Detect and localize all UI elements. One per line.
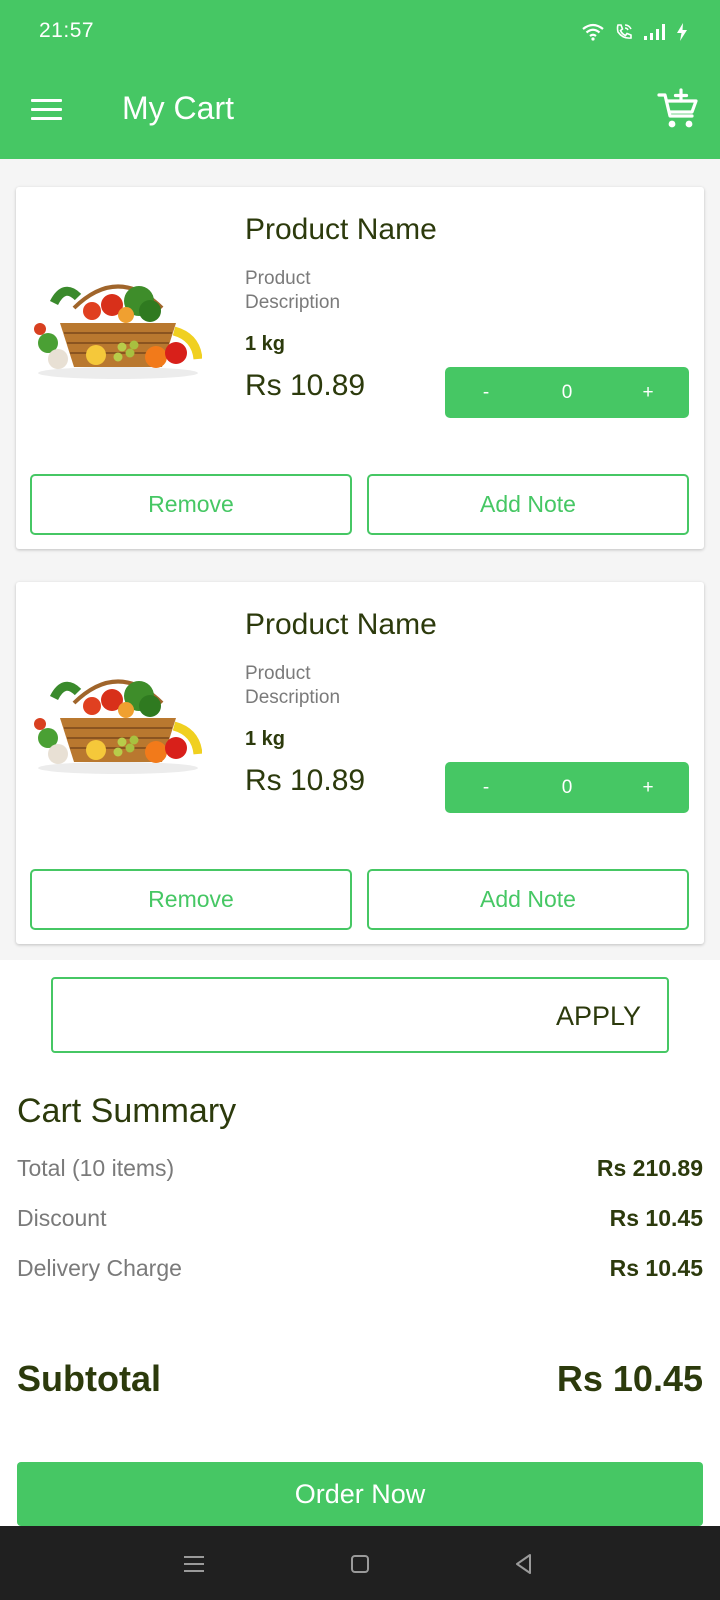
summary-row-discount: Discount Rs 10.45 [17, 1205, 703, 1235]
wifi-icon [582, 23, 604, 41]
quantity-stepper: - 0 + [445, 762, 689, 813]
status-time: 21:57 [39, 19, 95, 42]
decrement-button[interactable]: - [445, 762, 527, 813]
order-now-button[interactable]: Order Now [17, 1462, 703, 1526]
product-description: Product Description [245, 268, 341, 313]
app-bar: 21:57 My Cart [0, 0, 720, 159]
add-note-button[interactable]: Add Note [367, 869, 689, 930]
cart-summary-title: Cart Summary [17, 1092, 237, 1130]
product-description: Product Description [245, 663, 341, 708]
product-image [34, 668, 203, 776]
summary-label: Delivery Charge [17, 1255, 182, 1281]
cart-item-card: Product Name Product Description 1 kg Rs… [16, 582, 704, 944]
page-title: My Cart [122, 90, 234, 126]
coupon-box: APPLY [51, 977, 669, 1053]
add-to-cart-icon[interactable] [656, 88, 700, 132]
increment-button[interactable]: + [607, 762, 689, 813]
subtotal-label: Subtotal [17, 1358, 161, 1399]
subtotal-value: Rs 10.45 [556, 1358, 703, 1399]
signal-icon [644, 24, 665, 40]
apply-button[interactable]: APPLY [556, 1001, 641, 1032]
summary-value: Rs 210.89 [596, 1155, 703, 1181]
recents-icon[interactable] [178, 1548, 210, 1580]
summary-row-delivery: Delivery Charge Rs 10.45 [17, 1255, 703, 1285]
product-weight: 1 kg [245, 728, 286, 750]
product-name: Product Name [245, 213, 437, 246]
home-icon[interactable] [344, 1548, 376, 1580]
add-note-button[interactable]: Add Note [367, 474, 689, 535]
summary-label: Discount [17, 1205, 107, 1231]
decrement-button[interactable]: - [445, 367, 527, 418]
quantity-stepper: - 0 + [445, 367, 689, 418]
summary-value: Rs 10.45 [609, 1205, 703, 1231]
product-price: Rs 10.89 [245, 764, 366, 797]
wifi-call-icon [616, 24, 632, 39]
product-name: Product Name [245, 608, 437, 641]
remove-button[interactable]: Remove [30, 869, 352, 930]
remove-button[interactable]: Remove [30, 474, 352, 535]
back-icon[interactable] [508, 1548, 540, 1580]
summary-label: Total (10 items) [17, 1155, 175, 1181]
hamburger-menu-icon[interactable] [28, 94, 66, 124]
quantity-value: 0 [561, 381, 573, 403]
system-nav-bar [0, 1526, 720, 1600]
product-weight: 1 kg [245, 333, 286, 355]
product-image [34, 273, 203, 381]
charging-icon [677, 23, 687, 41]
quantity-value: 0 [561, 776, 573, 798]
summary-row-total: Total (10 items) Rs 210.89 [17, 1155, 703, 1185]
summary-value: Rs 10.45 [609, 1255, 703, 1281]
product-price: Rs 10.89 [245, 369, 366, 402]
cart-item-card: Product Name Product Description 1 kg Rs… [16, 187, 704, 549]
coupon-input[interactable] [67, 991, 527, 1039]
status-icons [581, 20, 688, 44]
cart-list[interactable]: Product Name Product Description 1 kg Rs… [0, 159, 720, 960]
increment-button[interactable]: + [607, 367, 689, 418]
